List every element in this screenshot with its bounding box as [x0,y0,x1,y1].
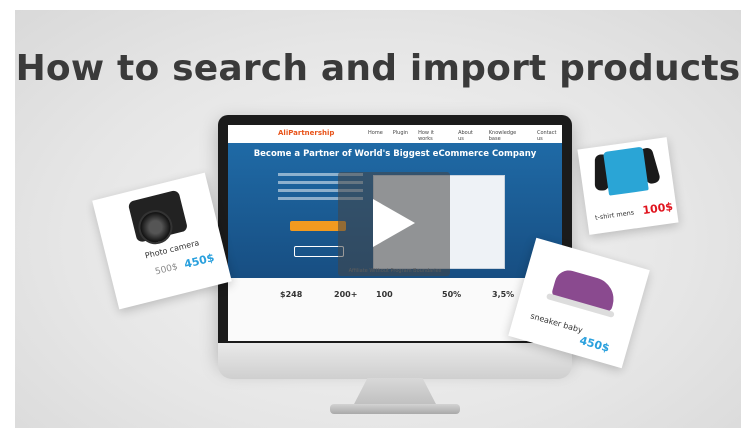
stat-value: 50% [442,290,462,299]
new-price: 450$ [577,333,612,355]
product-card-shirt: t-shirt mens 100$ [577,137,679,235]
stat-value: 100 [376,290,393,299]
monitor-base [330,404,460,414]
monitor-chin [218,343,572,379]
site-logo: AliPartnership [278,129,335,137]
new-price: 450$ [182,251,216,272]
menu-item-about-us: About us [458,130,473,142]
page-title: How to search and import products [15,48,741,89]
stat-value: $248 [280,290,303,299]
menu-item-contact-us: Contact us [536,130,557,142]
shirt-image [603,146,649,196]
stat-value: 3,5% [492,290,515,299]
hero-secondary-button [294,246,344,257]
site-menu: Home Plugin How it works About us Knowle… [368,130,562,142]
stat-value: 200+ [334,290,358,299]
old-price: 500$ [154,262,179,278]
menu-item-home: Home [368,130,383,136]
hero-title: Become a Partner of World's Biggest eCom… [253,149,537,159]
menu-item-knowledge-base: Knowledge base [488,130,517,142]
product-label: sneaker baby [529,311,584,335]
menu-item-plugin: Plugin [392,130,409,136]
menu-item-how-it-works: How it works [418,130,434,142]
product-label: t-shirt mens [594,208,635,222]
site-navbar: AliPartnership Home Plugin How it works … [228,125,562,144]
play-icon[interactable] [373,199,415,247]
new-price: 100$ [641,200,674,218]
